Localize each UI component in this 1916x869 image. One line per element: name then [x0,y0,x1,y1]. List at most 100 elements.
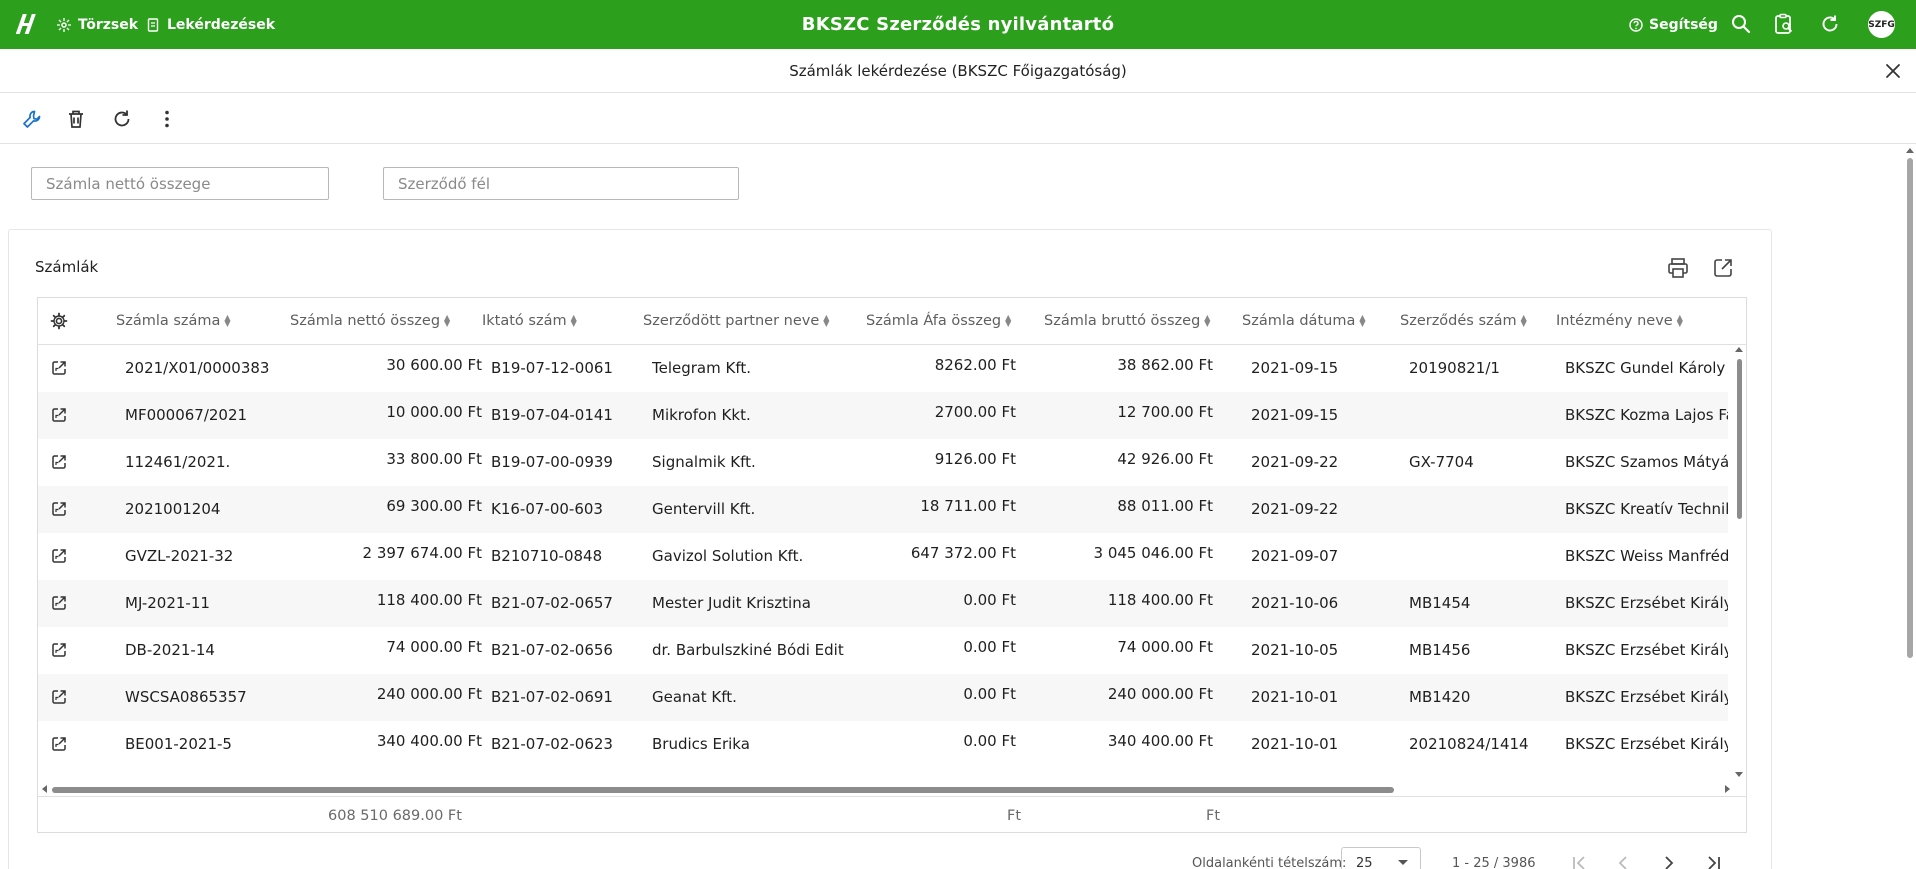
scrollbar-thumb[interactable] [1737,359,1742,519]
scroll-left-icon[interactable] [40,785,48,793]
cell-contract-no: GX-7704 [1409,453,1474,471]
open-record-icon[interactable] [50,641,68,659]
cell-vat: 0.00 Ft [963,685,1016,703]
print-icon[interactable] [1666,256,1690,280]
cell-gross: 118 400.00 Ft [1107,591,1213,609]
scroll-down-icon[interactable] [1735,771,1743,779]
cell-net: 30 600.00 Ft [386,356,482,374]
cell-filing-no: B21-07-02-0623 [491,735,613,753]
contracting-party-filter-input[interactable] [383,167,739,200]
table-row[interactable]: 112461/2021. 33 800.00 Ft B19-07-00-0939 Si… [38,439,1728,486]
clipboard-search-icon[interactable] [1773,13,1795,35]
last-page-icon[interactable] [1703,852,1725,869]
cell-filing-no: B21-07-02-0657 [491,594,613,612]
cell-institution: BKSZC Weiss Manfréd Technikum [1565,547,1728,565]
cell-partner: Signalmik Kft. [652,453,756,471]
cell-partner: Gentervill Kft. [652,500,756,518]
scroll-up-icon[interactable] [1906,146,1914,154]
column-header-vat[interactable]: Számla Áfa összeg ▲ ▼ [866,298,1011,344]
column-header-date[interactable]: Számla dátuma ▲ ▼ [1242,298,1365,344]
scroll-right-icon[interactable] [1724,785,1732,793]
total-gross: Ft [1206,808,1221,824]
column-header-invoice-no[interactable]: Számla száma ▲ ▼ [116,298,231,344]
table-row[interactable]: 2021001204 69 300.00 Ft K16-07-00-603 Gente… [38,486,1728,533]
trash-icon[interactable] [64,107,88,131]
table-row[interactable]: MJ-2021-11 118 400.00 Ft B21-07-02-0657 Mes… [38,580,1728,627]
cell-vat: 647 372.00 Ft [910,544,1016,562]
cell-contract-no [1409,392,1559,439]
column-header-filing-no[interactable]: Iktató szám ▲ ▼ [482,298,577,344]
sort-icon: ▲ ▼ [444,313,451,328]
table-row[interactable]: DB-2021-14 74 000.00 Ft B21-07-02-0656 dr. … [38,627,1728,674]
open-record-icon[interactable] [50,547,68,565]
column-label: Számla bruttó összeg [1044,313,1201,329]
cell-vat: 8262.00 Ft [934,356,1016,374]
column-label: Szerződés szám [1400,313,1517,329]
export-icon[interactable] [1711,256,1735,280]
card-title: Számlák [35,258,99,276]
next-page-icon[interactable] [1658,852,1680,869]
refresh-icon[interactable] [1819,13,1841,35]
table-row[interactable]: 2021/X01/0000383 30 600.00 Ft B19-07-12-00… [38,345,1728,392]
previous-page-icon[interactable] [1612,852,1634,869]
cell-date: 2021-09-22 [1251,500,1339,518]
table-row[interactable]: BE001-2021-5 340 400.00 Ft B21-07-02-0623 B… [38,721,1728,768]
page-scrollbar[interactable] [1904,146,1916,869]
column-header-institution[interactable]: Intézmény neve ▲ ▼ [1556,298,1683,344]
refresh-icon[interactable] [110,107,134,131]
cell-filing-no: B21-07-02-0691 [491,688,613,706]
open-record-icon[interactable] [50,500,68,518]
open-record-icon[interactable] [50,453,68,471]
open-record-icon[interactable] [50,594,68,612]
sort-icon: ▲ ▼ [1204,313,1211,328]
table-row[interactable]: MF000067/2021 10 000.00 Ft B19-07-04-0141 M… [38,392,1728,439]
total-vat: Ft [1007,808,1022,824]
scrollbar-thumb[interactable] [52,787,1394,793]
column-header-gross[interactable]: Számla bruttó összeg ▲ ▼ [1044,298,1210,344]
search-icon[interactable] [1730,13,1752,35]
per-page-select[interactable]: 25 [1341,847,1421,869]
page-header: Számlák lekérdezése (BKSZC Főigazgatóság… [0,49,1916,93]
cell-partner: Gavizol Solution Kft. [652,547,804,565]
table-row[interactable]: WSCSA0865357 240 000.00 Ft B21-07-02-0691 G… [38,674,1728,721]
cell-net: 340 400.00 Ft [376,732,482,750]
column-header-partner[interactable]: Szerződött partner neve ▲ ▼ [643,298,829,344]
cell-filing-no: B21-07-02-0656 [491,641,613,659]
vertical-scrollbar[interactable] [1732,345,1746,781]
more-vertical-icon[interactable] [155,107,179,131]
help-button[interactable]: Segítség [1629,0,1718,49]
cell-partner: Mester Judit Krisztina [652,594,811,612]
cell-net: 240 000.00 Ft [376,685,482,703]
wrench-icon[interactable] [20,107,44,131]
cell-date: 2021-10-01 [1251,735,1339,753]
open-record-icon[interactable] [50,406,68,424]
cell-vat: 18 711.00 Ft [920,497,1016,515]
table-totals-row: 608 510 689.00 Ft Ft Ft [38,796,1746,832]
avatar[interactable]: SZFG [1868,11,1895,38]
open-record-icon[interactable] [50,359,68,377]
close-icon[interactable] [1882,60,1904,82]
cell-vat: 0.00 Ft [963,732,1016,750]
cell-filing-no: B19-07-04-0141 [491,406,613,424]
cell-net: 69 300.00 Ft [386,497,482,515]
column-header-contract-no[interactable]: Szerződés szám ▲ ▼ [1400,298,1527,344]
scrollbar-thumb[interactable] [1907,158,1913,658]
sort-icon: ▲ ▼ [823,313,830,328]
page-title: Számlák lekérdezése (BKSZC Főigazgatóság… [789,62,1127,80]
first-page-icon[interactable] [1568,852,1590,869]
net-amount-filter-input[interactable] [31,167,329,200]
cell-vat: 9126.00 Ft [934,450,1016,468]
scroll-up-icon[interactable] [1735,345,1743,353]
cell-net: 10 000.00 Ft [386,403,482,421]
column-header-net-amount[interactable]: Számla nettó összeg ▲ ▼ [290,298,450,344]
help-icon [1629,17,1643,32]
cell-institution: BKSZC Gundel Károly Vendéglátó [1565,359,1728,377]
cell-institution: BKSZC Erzsébet Királyné Szépségipari [1565,688,1728,706]
cell-date: 2021-09-22 [1251,453,1339,471]
open-record-icon[interactable] [50,735,68,753]
table-row[interactable]: GVZL-2021-32 2 397 674.00 Ft B210710-0848 G… [38,533,1728,580]
horizontal-scrollbar[interactable] [38,782,1746,796]
gear-icon[interactable] [50,312,68,330]
table-header: Számla száma ▲ ▼ Számla nettó összeg ▲ ▼ Ikt… [38,298,1746,345]
open-record-icon[interactable] [50,688,68,706]
